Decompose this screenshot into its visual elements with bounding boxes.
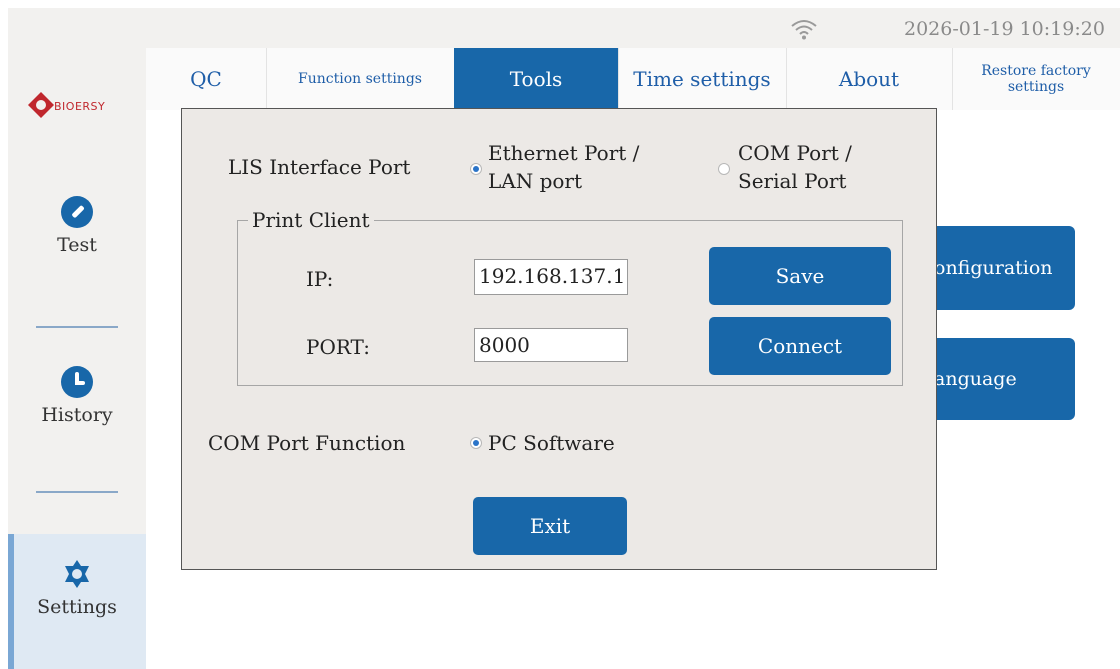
port-input[interactable]: 8000	[474, 328, 628, 362]
print-client-title: Print Client	[248, 208, 374, 232]
tab-function-settings[interactable]: Function settings	[266, 48, 455, 110]
pencil-icon	[61, 196, 93, 228]
radio-label-line: Ethernet Port /	[488, 141, 640, 165]
tab-qc[interactable]: QC	[146, 48, 267, 110]
sidebar-divider	[36, 326, 118, 328]
configuration-label: onfiguration	[934, 257, 1053, 279]
radio-label-line: LAN port	[488, 169, 583, 193]
ip-input[interactable]: 192.168.137.1	[474, 259, 628, 295]
sidebar-item-label: History	[41, 404, 113, 426]
tab-bar: QC Function settings Tools Time settings…	[146, 48, 1120, 110]
port-label: PORT:	[306, 335, 370, 359]
lis-tools-dialog: LIS Interface Port Ethernet Port / LAN p…	[181, 108, 937, 570]
sidebar-item-history[interactable]: History	[8, 366, 146, 426]
sidebar-item-label: Test	[57, 234, 97, 256]
sidebar: BIOERSY Test History Settings	[8, 48, 146, 669]
radio-indicator	[718, 163, 730, 175]
tab-tools[interactable]: Tools	[454, 48, 619, 110]
tab-time-settings[interactable]: Time settings	[618, 48, 787, 110]
radio-com-port[interactable]: COM Port / Serial Port	[714, 135, 914, 195]
print-client-group: Print Client IP: 192.168.137.1 PORT: 800…	[237, 208, 903, 386]
com-port-function-label: COM Port Function	[208, 431, 406, 455]
connect-button[interactable]: Connect	[709, 317, 891, 375]
brand-logo: BIOERSY	[26, 90, 136, 122]
status-bar: 2026-01-19 10:19:20	[8, 8, 1120, 48]
sidebar-item-test[interactable]: Test	[8, 196, 146, 256]
ip-label: IP:	[306, 267, 334, 291]
logo-text: BIOERSY	[54, 100, 106, 113]
radio-label: PC Software	[488, 431, 615, 455]
radio-indicator	[470, 163, 482, 175]
lis-interface-port-label: LIS Interface Port	[228, 155, 411, 179]
radio-pc-software[interactable]: PC Software	[466, 425, 646, 461]
exit-button[interactable]: Exit	[473, 497, 627, 555]
radio-ethernet-port[interactable]: Ethernet Port / LAN port	[466, 135, 666, 195]
sidebar-item-label: Settings	[37, 596, 117, 618]
tab-restore-factory-settings[interactable]: Restore factory settings	[952, 48, 1120, 110]
radio-label-line: Serial Port	[738, 169, 847, 193]
radio-indicator	[470, 437, 482, 449]
tab-about[interactable]: About	[786, 48, 953, 110]
clock-datetime: 2026-01-19 10:19:20	[904, 18, 1105, 40]
save-button[interactable]: Save	[709, 247, 891, 305]
sidebar-divider	[36, 491, 118, 493]
language-label: anguage	[934, 368, 1017, 390]
radio-label-line: COM Port /	[738, 141, 852, 165]
logo-icon	[28, 92, 54, 118]
wifi-icon	[791, 20, 817, 40]
gear-icon	[61, 558, 93, 590]
sidebar-item-settings[interactable]: Settings	[8, 534, 146, 669]
clock-icon	[61, 366, 93, 398]
sidebar-item-settings-content: Settings	[8, 558, 146, 618]
